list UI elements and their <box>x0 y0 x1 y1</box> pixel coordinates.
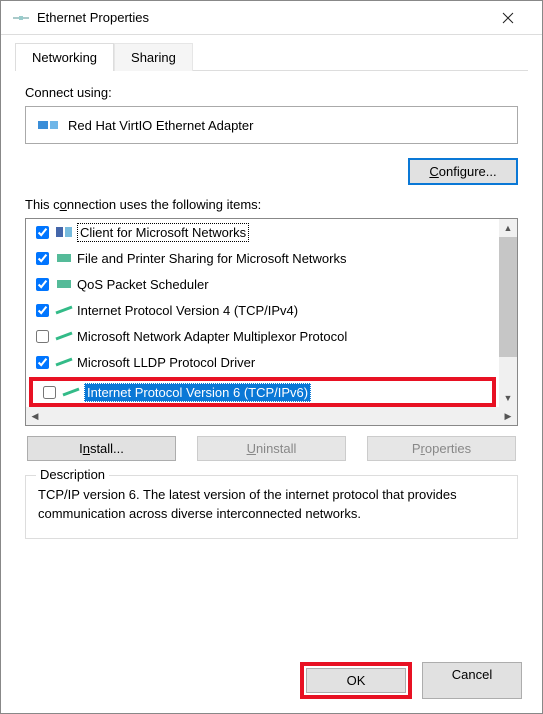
description-text: TCP/IP version 6. The latest version of … <box>38 486 505 524</box>
configure-button[interactable]: Configure... <box>408 158 518 185</box>
scroll-down-icon[interactable]: ▼ <box>499 389 517 407</box>
list-item[interactable]: Client for Microsoft Networks <box>26 219 499 245</box>
scroll-track[interactable] <box>44 407 499 425</box>
list-item[interactable]: Internet Protocol Version 4 (TCP/IPv4) <box>26 297 499 323</box>
item-label: File and Printer Sharing for Microsoft N… <box>77 251 346 266</box>
item-checkbox[interactable] <box>43 386 56 399</box>
window-title: Ethernet Properties <box>37 10 485 25</box>
install-button[interactable]: Install... <box>27 436 176 461</box>
item-label: Microsoft LLDP Protocol Driver <box>77 355 255 370</box>
items-listbox[interactable]: Client for Microsoft Networks File and P… <box>25 218 518 426</box>
item-checkbox[interactable] <box>36 278 49 291</box>
protocol-icon <box>55 329 73 343</box>
item-label: Internet Protocol Version 6 (TCP/IPv6) <box>84 383 311 402</box>
close-icon <box>502 12 514 24</box>
highlight-box-ipv6: Internet Protocol Version 6 (TCP/IPv6) <box>29 377 496 407</box>
list-item[interactable]: File and Printer Sharing for Microsoft N… <box>26 245 499 271</box>
item-checkbox[interactable] <box>36 252 49 265</box>
protocol-icon <box>55 355 73 369</box>
ethernet-icon <box>13 13 29 23</box>
tab-sharing[interactable]: Sharing <box>114 43 193 71</box>
list-item[interactable]: Microsoft LLDP Protocol Driver <box>26 349 499 375</box>
item-label: Client for Microsoft Networks <box>77 223 249 242</box>
item-checkbox[interactable] <box>36 356 49 369</box>
ethernet-properties-dialog: Ethernet Properties Networking Sharing C… <box>0 0 543 714</box>
description-legend: Description <box>36 467 109 482</box>
item-checkbox[interactable] <box>36 226 49 239</box>
description-fieldset: Description TCP/IP version 6. The latest… <box>25 475 518 539</box>
adapter-box[interactable]: Red Hat VirtIO Ethernet Adapter <box>25 106 518 144</box>
scroll-thumb[interactable] <box>499 237 517 357</box>
networking-pane: Connect using: Red Hat VirtIO Ethernet A… <box>1 71 542 547</box>
service-icon <box>55 251 73 265</box>
scroll-up-icon[interactable]: ▲ <box>499 219 517 237</box>
item-label: Microsoft Network Adapter Multiplexor Pr… <box>77 329 347 344</box>
service-icon <box>55 277 73 291</box>
adapter-name: Red Hat VirtIO Ethernet Adapter <box>68 118 253 133</box>
properties-button[interactable]: Properties <box>367 436 516 461</box>
client-icon <box>55 225 73 239</box>
connect-using-label: Connect using: <box>25 85 518 100</box>
scroll-left-icon[interactable]: ◀ <box>26 407 44 425</box>
list-item[interactable]: Microsoft Network Adapter Multiplexor Pr… <box>26 323 499 349</box>
item-checkbox[interactable] <box>36 330 49 343</box>
tab-networking[interactable]: Networking <box>15 43 114 71</box>
title-bar: Ethernet Properties <box>1 1 542 35</box>
dialog-footer: OK Cancel <box>300 662 522 699</box>
uses-items-label: This connection uses the following items… <box>25 197 518 212</box>
list-item-selected[interactable]: Internet Protocol Version 6 (TCP/IPv6) <box>33 381 492 403</box>
vertical-scrollbar[interactable]: ▲ ▼ <box>499 219 517 407</box>
scroll-track[interactable] <box>499 357 517 389</box>
protocol-icon <box>55 303 73 317</box>
item-label: Internet Protocol Version 4 (TCP/IPv4) <box>77 303 298 318</box>
list-item[interactable]: QoS Packet Scheduler <box>26 271 499 297</box>
scroll-right-icon[interactable]: ▶ <box>499 407 517 425</box>
tab-row: Networking Sharing <box>1 35 542 71</box>
highlight-box-ok: OK <box>300 662 412 699</box>
nic-icon <box>36 117 60 133</box>
item-checkbox[interactable] <box>36 304 49 317</box>
cancel-button[interactable]: Cancel <box>422 662 522 699</box>
item-label: QoS Packet Scheduler <box>77 277 209 292</box>
ok-button[interactable]: OK <box>306 668 406 693</box>
items-list: Client for Microsoft Networks File and P… <box>26 219 499 407</box>
uninstall-button[interactable]: Uninstall <box>197 436 346 461</box>
close-button[interactable] <box>485 3 530 33</box>
protocol-icon <box>62 385 80 399</box>
horizontal-scrollbar[interactable]: ◀ ▶ <box>26 407 517 425</box>
